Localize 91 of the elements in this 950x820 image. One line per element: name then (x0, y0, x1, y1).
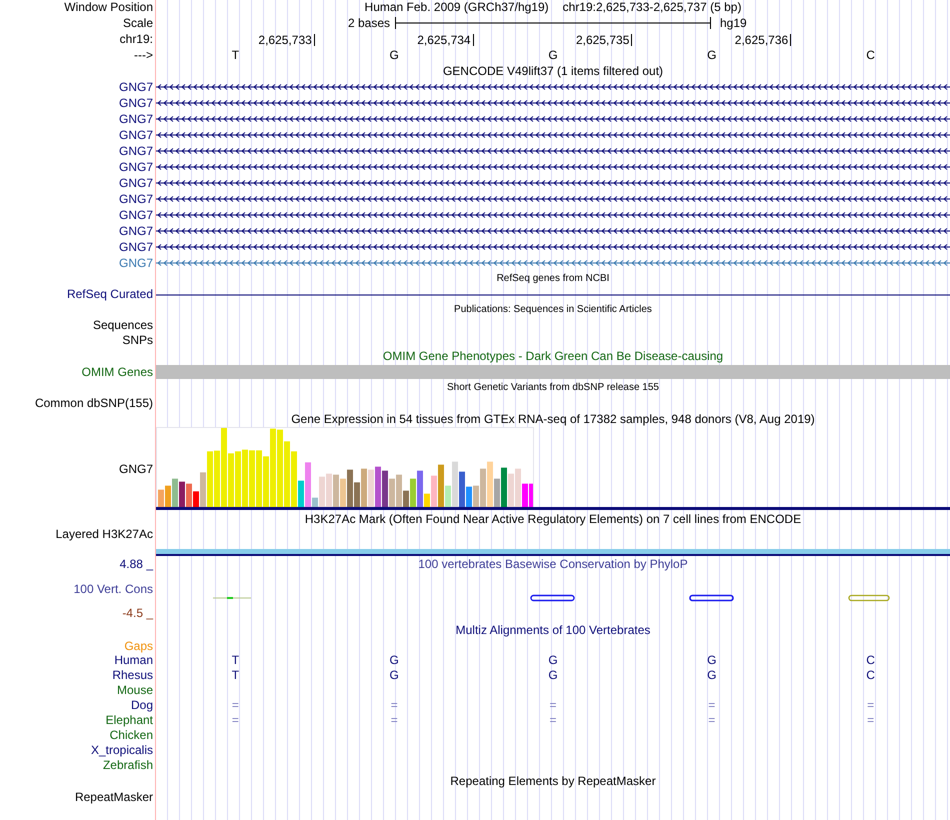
track-label: 100 Vert. Cons (74, 582, 153, 597)
expression-bars-drawing[interactable] (158, 428, 533, 507)
gene-feature[interactable] (156, 116, 950, 122)
alignment-base: G (390, 653, 399, 667)
track-label: GNG7 (118, 160, 153, 174)
assembly-label: hg19 (720, 16, 747, 30)
gene-feature[interactable] (156, 244, 950, 250)
track-label: ---> (134, 48, 153, 62)
track-label: GNG7 (118, 128, 153, 142)
alignment-base: T (232, 668, 240, 682)
track-label: GNG7 (118, 462, 153, 476)
alignment-base: = (549, 713, 556, 727)
gene-feature[interactable] (156, 148, 950, 154)
alignment-base: = (549, 698, 556, 712)
track-label: Mouse (116, 683, 153, 697)
track-title: Gene Expression in 54 tissues from GTEx RNA-seq of 17382 samples, 948 donors (V8, Aug 2019) (291, 412, 815, 426)
track-label: GNG7 (118, 112, 153, 126)
alignment-base: G (548, 668, 558, 682)
assembly-text: Human Feb. 2009 (GRCh37/hg19) (364, 0, 549, 14)
track-label: GNG7 (118, 80, 153, 94)
alignment-base: = (867, 698, 874, 712)
track-label: Common dbSNP(155) (34, 396, 153, 410)
gene-feature[interactable] (156, 164, 950, 170)
track-label: GNG7 (118, 208, 153, 222)
alignment-base: G (390, 668, 399, 682)
track-title: 100 vertebrates Basewise Conservation by PhyloP (418, 557, 688, 571)
track-label: GNG7 (118, 240, 153, 254)
alignment-base: C (866, 668, 875, 682)
track-title: Repeating Elements by RepeatMasker (450, 774, 656, 788)
track-label: Window Position (64, 0, 153, 14)
coordinate-label: 2,625,733 (258, 34, 315, 46)
coordinate-label: 2,625,735 (576, 34, 632, 46)
base-letter: G (390, 48, 399, 62)
track-label: Rhesus (112, 668, 153, 682)
track-label: GNG7 (118, 256, 153, 270)
alignment-base: = (708, 713, 716, 727)
track-label: Scale (122, 16, 153, 30)
alignment-base: = (390, 698, 398, 712)
axis-min-label: -4.5 _ (122, 606, 153, 621)
track-title: Short Genetic Variants from dbSNP release 155 (447, 382, 659, 393)
alignment-base: T (232, 653, 240, 667)
alignment-base: = (232, 713, 239, 727)
coordinate-label: 2,625,736 (734, 34, 792, 46)
track-label: RepeatMasker (74, 790, 153, 804)
track-label: Sequences (92, 318, 153, 332)
track-title: RefSeq genes from NCBI (496, 273, 610, 284)
track-label: Elephant (106, 713, 153, 727)
base-letter: C (866, 48, 875, 62)
alignment-base: G (548, 653, 558, 667)
alignment-base: = (708, 698, 716, 712)
base-letter: G (548, 48, 558, 62)
gene-feature[interactable] (156, 196, 950, 202)
gene-feature[interactable] (156, 212, 950, 218)
track-label: Zebrafish (102, 758, 153, 772)
track-label: GNG7 (118, 176, 153, 190)
track-title: Multiz Alignments of 100 Vertebrates (456, 623, 650, 637)
alignment-base: = (390, 713, 398, 727)
track-label: Layered H3K27Ac (56, 527, 153, 541)
track-label: SNPs (122, 333, 153, 347)
track-label: GNG7 (118, 224, 153, 238)
base-letter: T (232, 48, 240, 62)
base-letter: G (707, 48, 716, 62)
track-label: chr19: (120, 32, 153, 46)
alignment-base: = (232, 698, 239, 712)
alignment-base: = (867, 713, 874, 727)
track-label: Human (114, 653, 153, 667)
track-title: H3K27Ac Mark (Often Found Near Active Regulatory Elements) on 7 cell lines from ENCODE (304, 512, 802, 526)
scale-text: 2 bases (348, 16, 390, 30)
alignment-base: C (866, 653, 875, 667)
track-label: Gaps (124, 639, 153, 653)
track-label: OMIM Genes (82, 365, 153, 379)
track-title: Publications: Sequences in Scientific Articles (454, 304, 652, 315)
track-title: GENCODE V49lift37 (1 items filtered out) (442, 64, 664, 78)
track-label: GNG7 (118, 96, 153, 110)
axis-max-label: 4.88 _ (120, 556, 153, 572)
gene-feature[interactable] (156, 100, 950, 106)
alignment-base: G (707, 668, 716, 682)
alignment-base: G (707, 653, 716, 667)
track-label: Dog (130, 698, 153, 712)
track-label: X_tropicalis (90, 743, 153, 757)
coordinate-label: 2,625,734 (417, 34, 474, 46)
track-label: Chicken (110, 728, 153, 742)
track-label: RefSeq Curated (66, 287, 153, 301)
track-label: GNG7 (118, 192, 153, 206)
gene-feature[interactable] (156, 228, 950, 234)
track-title: OMIM Gene Phenotypes - Dark Green Can Be Disease-causing (382, 349, 724, 363)
position-text: chr19:2,625,733-2,625,737 (5 bp) (562, 0, 742, 14)
gene-feature[interactable] (156, 84, 950, 90)
gene-feature[interactable] (156, 132, 950, 138)
gene-feature[interactable] (156, 180, 950, 186)
track-label: GNG7 (118, 144, 153, 158)
